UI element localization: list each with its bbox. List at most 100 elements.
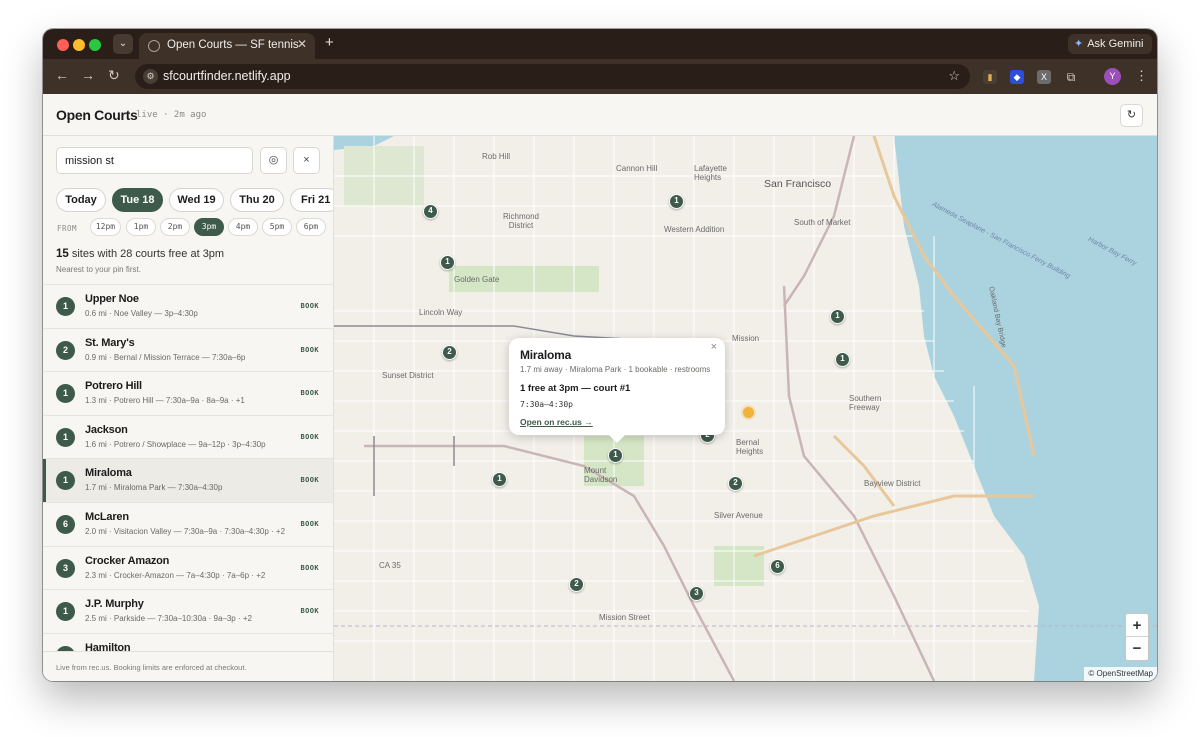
- map-pin[interactable]: 1: [440, 255, 455, 270]
- results-subtitle: Nearest to your pin first.: [56, 265, 141, 274]
- site-name: Crocker Amazon: [85, 554, 170, 567]
- map-pin[interactable]: 1: [835, 352, 850, 367]
- day-tue-18[interactable]: Tue 18: [112, 188, 163, 212]
- book-button[interactable]: BOOK: [301, 520, 319, 528]
- profile-avatar[interactable]: Y: [1104, 68, 1121, 85]
- site-details: 1.3 mi · Potrero Hill — 7:30a–9a · 8a–9a…: [85, 396, 245, 406]
- label-mount-davidson: Mount Davidson: [584, 466, 618, 484]
- label-lincoln-way: Lincoln Way: [419, 308, 463, 317]
- book-button[interactable]: BOOK: [301, 476, 319, 484]
- map[interactable]: San Francisco South of Market Richmond D…: [334, 136, 1157, 681]
- label-cannon-hill: Cannon Hill: [616, 164, 658, 173]
- site-details: 2.3 mi · Crocker-Amazon — 7a–4:30p · 7a–…: [85, 570, 266, 580]
- label-bayview: Bayview District: [864, 479, 921, 488]
- maximize-window-button[interactable]: [89, 39, 101, 51]
- map-pin[interactable]: 2: [569, 577, 584, 592]
- map-attribution[interactable]: © OpenStreetMap: [1084, 667, 1157, 681]
- label-silver-avenue: Silver Avenue: [714, 511, 763, 520]
- browser-menu-icon[interactable]: ⋮: [1135, 68, 1148, 84]
- map-pin[interactable]: 1: [830, 309, 845, 324]
- back-icon[interactable]: ←: [55, 67, 69, 83]
- site-name: Miraloma: [85, 467, 132, 480]
- time-2pm[interactable]: 2pm: [160, 218, 190, 236]
- day-today[interactable]: Today: [56, 188, 106, 212]
- site-name: J.P. Murphy: [85, 598, 144, 611]
- sidebar-footer: Live from rec.us. Booking limits are enf…: [43, 651, 333, 681]
- book-button[interactable]: BOOK: [301, 607, 319, 615]
- zoom-in-button[interactable]: +: [1126, 614, 1148, 637]
- label-san-francisco: San Francisco: [764, 178, 832, 190]
- x-extension-icon[interactable]: X: [1037, 70, 1051, 84]
- analytics-extension-icon[interactable]: ▮: [983, 70, 997, 84]
- site-name: Upper Noe: [85, 293, 139, 305]
- map-pin[interactable]: 1: [492, 472, 507, 487]
- clear-search-button[interactable]: ×: [293, 147, 320, 174]
- search-input[interactable]: [56, 147, 253, 174]
- day-fri-21[interactable]: Fri 21: [290, 188, 333, 212]
- sidebar: ◎ × Today Tue 18 Wed 19 Thu 20 Fri 21 FR…: [43, 136, 334, 681]
- site-name: Jackson: [85, 423, 128, 436]
- map-pin[interactable]: 2: [728, 476, 743, 491]
- refresh-button[interactable]: ↻: [1120, 104, 1143, 127]
- day-wed-19[interactable]: Wed 19: [169, 188, 224, 212]
- map-pin[interactable]: 3: [689, 586, 704, 601]
- time-1pm[interactable]: 1pm: [126, 218, 156, 236]
- book-button[interactable]: BOOK: [301, 302, 319, 310]
- extension-icon[interactable]: ◆: [1010, 70, 1024, 84]
- site-row-st-marys[interactable]: 2 St. Mary's 0.9 mi · Bernal / Mission Ter…: [43, 327, 333, 372]
- site-details: 2.5 mi · Parkside — 7:30a–10:30a · 9a–3p…: [85, 614, 252, 624]
- app: Open Courts live · 2m ago ↻ ◎ × Today Tu…: [43, 94, 1157, 681]
- site-row-miraloma[interactable]: 1 Miraloma 1.7 mi · Miraloma Park — 7:30a–…: [43, 458, 333, 502]
- book-button[interactable]: BOOK: [301, 346, 319, 354]
- reload-icon[interactable]: ↻: [108, 67, 120, 84]
- map-pin[interactable]: 2: [442, 345, 457, 360]
- map-pin-selected[interactable]: 1: [608, 448, 623, 463]
- label-western-addition: Western Addition: [664, 225, 725, 234]
- site-row-mclaren[interactable]: 6 McLaren 2.0 mi · Visitacion Valley — 7:3…: [43, 501, 333, 546]
- map-pin[interactable]: 1: [669, 194, 684, 209]
- extensions-puzzle-icon[interactable]: ⧉: [1064, 70, 1078, 84]
- site-name: Potrero Hill: [85, 380, 142, 393]
- book-button[interactable]: BOOK: [301, 564, 319, 572]
- time-5pm[interactable]: 5pm: [262, 218, 292, 236]
- open-rec-us-link[interactable]: Open on rec.us →: [520, 417, 593, 427]
- footer-note: Live from rec.us. Booking limits are enf…: [56, 663, 247, 672]
- time-12pm[interactable]: 12pm: [90, 218, 121, 236]
- close-window-button[interactable]: [57, 39, 69, 51]
- tab-search-icon[interactable]: ⌄: [113, 34, 133, 54]
- map-pin[interactable]: 6: [770, 559, 785, 574]
- zoom-out-button[interactable]: −: [1126, 637, 1148, 660]
- results-text: sites with 28 courts free at 3pm: [68, 248, 225, 260]
- popup-title: Miraloma: [520, 348, 572, 362]
- popup-close-icon[interactable]: ×: [711, 341, 717, 353]
- label-mission-street: Mission Street: [599, 613, 650, 622]
- site-details: 1.7 mi · Miraloma Park — 7:30a–4:30p: [85, 483, 223, 493]
- forward-icon[interactable]: →: [81, 67, 95, 83]
- site-settings-icon[interactable]: ⚙: [143, 69, 158, 84]
- bookmark-star-icon[interactable]: ☆: [948, 68, 960, 84]
- court-count-badge: 6: [56, 514, 75, 534]
- time-3pm[interactable]: 3pm: [194, 218, 224, 236]
- tab-close-icon[interactable]: ✕: [297, 37, 307, 51]
- site-row-jackson[interactable]: 1 Jackson 1.6 mi · Potrero / Showplace — 9…: [43, 414, 333, 459]
- ask-gemini-button[interactable]: ✦ Ask Gemini: [1068, 34, 1152, 54]
- time-4pm[interactable]: 4pm: [228, 218, 258, 236]
- site-row-crocker-amazon[interactable]: 3 Crocker Amazon 2.3 mi · Crocker-Amazon —…: [43, 545, 333, 590]
- locate-button[interactable]: ◎: [260, 147, 287, 174]
- tab-title: Open Courts — SF tennis: [167, 39, 299, 51]
- book-button[interactable]: BOOK: [301, 433, 319, 441]
- book-button[interactable]: BOOK: [301, 389, 319, 397]
- site-row-upper-noe[interactable]: 1 Upper Noe 0.6 mi · Noe Valley — 3p–4:30p…: [43, 284, 333, 328]
- site-row-jp-murphy[interactable]: 1 J.P. Murphy 2.5 mi · Parkside — 7:30a–10…: [43, 589, 333, 633]
- map-pin[interactable]: 4: [423, 204, 438, 219]
- site-row-potrero-hill[interactable]: 1 Potrero Hill 1.3 mi · Potrero Hill — 7:3…: [43, 371, 333, 415]
- time-6pm[interactable]: 6pm: [296, 218, 326, 236]
- new-tab-button[interactable]: +: [325, 34, 334, 51]
- court-count-badge: 1: [56, 384, 75, 404]
- browser-tab[interactable]: Open Courts — SF tennis ✕: [139, 33, 315, 59]
- label-mission: Mission: [732, 334, 760, 343]
- site-name: McLaren: [85, 510, 129, 523]
- address-bar[interactable]: ⚙ sfcourtfinder.netlify.app ☆: [135, 64, 970, 89]
- day-thu-20[interactable]: Thu 20: [230, 188, 284, 212]
- minimize-window-button[interactable]: [73, 39, 85, 51]
